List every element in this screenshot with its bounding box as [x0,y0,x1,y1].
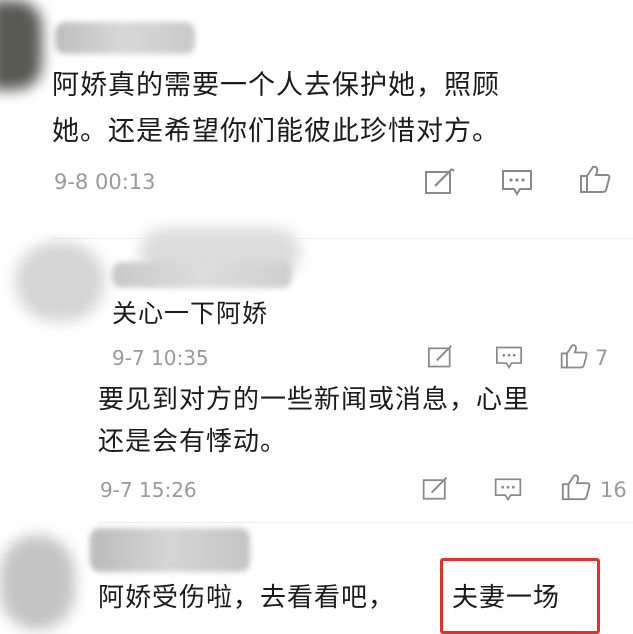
edit-icon[interactable] [421,475,451,503]
comment-1-text-line1: 阿娇真的需要一个人去保护她，照顾 [52,70,500,101]
like-icon[interactable] [578,164,612,194]
avatar-3[interactable] [0,535,75,630]
comment-2-like-count: 7 [595,346,609,370]
username-2[interactable] [112,262,292,288]
comment-1-text-line2: 她。还是希望你们能彼此珍惜对方。 [52,116,500,147]
divider-2 [98,522,633,523]
like-icon[interactable] [560,472,592,502]
edit-icon[interactable] [426,344,456,370]
comment-3-highlighted-text: 夫妻一场 [452,583,561,613]
avatar-2[interactable] [15,242,105,322]
comment-icon[interactable] [500,167,534,197]
comment-2-time: 9-7 10:35 [112,346,209,370]
comment-icon[interactable] [494,344,524,370]
edit-icon[interactable] [423,167,457,197]
reply-1-text-line2: 还是会有悸动。 [98,427,288,457]
reply-1-text-line1: 要见到对方的一些新闻或消息，心里 [98,385,531,415]
comment-3-text: 阿娇受伤啦，去看看吧， [98,583,396,613]
reply-1-like-count: 16 [600,478,627,502]
avatar-1[interactable] [0,0,42,90]
like-icon[interactable] [559,342,589,370]
comment-1-time: 9-8 00:13 [54,170,156,194]
comment-icon[interactable] [493,475,523,503]
comment-2-text: 关心一下阿娇 [112,299,269,328]
reply-1-time: 9-7 15:26 [100,478,197,502]
username-3[interactable] [90,528,250,572]
username-1[interactable] [55,22,195,54]
divider-1 [52,238,633,239]
